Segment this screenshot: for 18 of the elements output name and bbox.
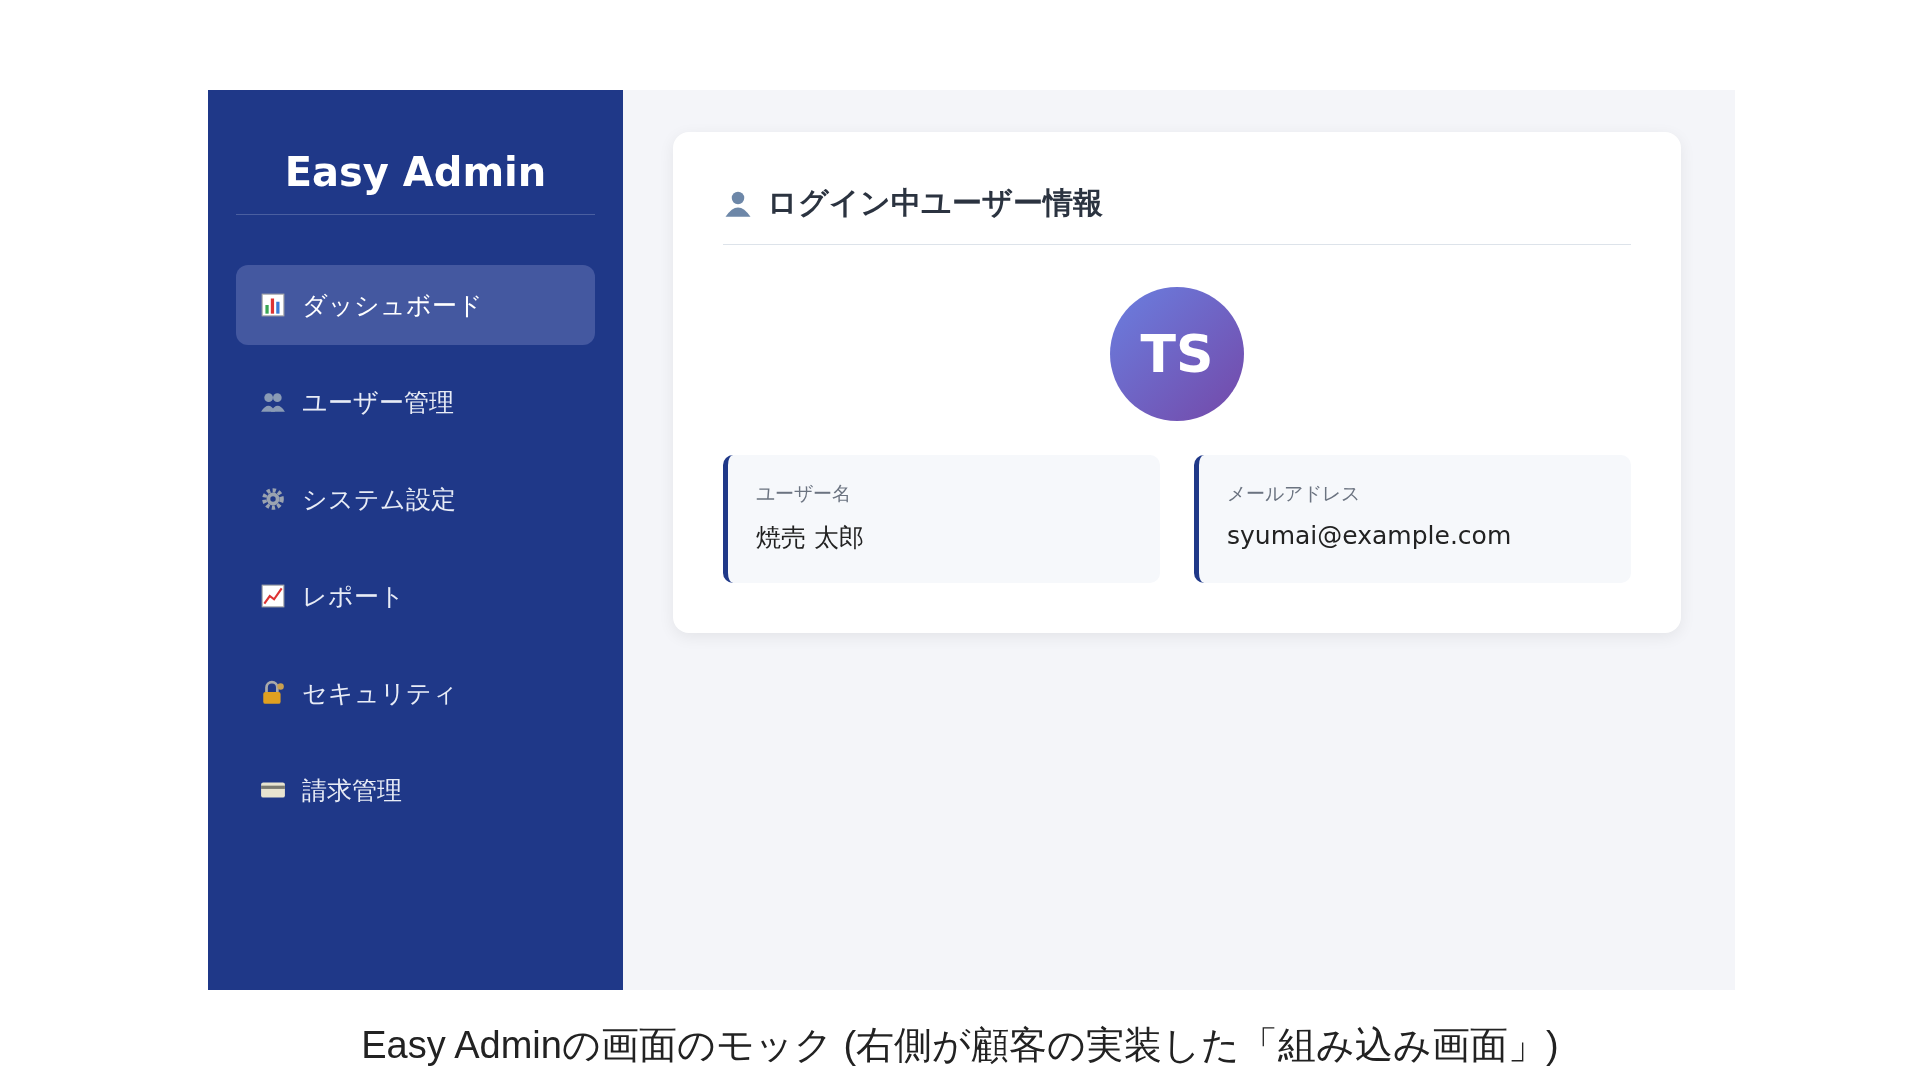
card-title: ログイン中ユーザー情報 <box>767 183 1103 222</box>
field-label: ユーザー名 <box>756 481 852 506</box>
sidebar-item[interactable]: システム設定 <box>236 459 595 539</box>
padlock-icon <box>260 680 286 706</box>
bar-chart-icon <box>260 292 286 318</box>
caption: Easy Adminの画面のモック (右側が顧客の実装した「組み込み画面」) <box>361 1023 1559 1068</box>
avatar: TS <box>1110 287 1244 421</box>
sidebar-item[interactable]: ユーザー管理 <box>236 362 595 442</box>
gear-icon <box>260 486 286 512</box>
sidebar-item[interactable]: 請求管理 <box>236 750 595 830</box>
line-chart-icon <box>260 583 286 609</box>
sidebar-item[interactable]: セキュリティ <box>236 653 595 733</box>
sidebar-item[interactable]: ダッシュボード <box>236 265 595 345</box>
app-logo: Easy Admin <box>283 148 548 197</box>
sidebar-item[interactable]: レポート <box>236 556 595 636</box>
field-value: syumai@example.com <box>1227 521 1513 550</box>
field-label: メールアドレス <box>1227 481 1361 506</box>
field-value: 焼売 太郎 <box>756 522 865 554</box>
